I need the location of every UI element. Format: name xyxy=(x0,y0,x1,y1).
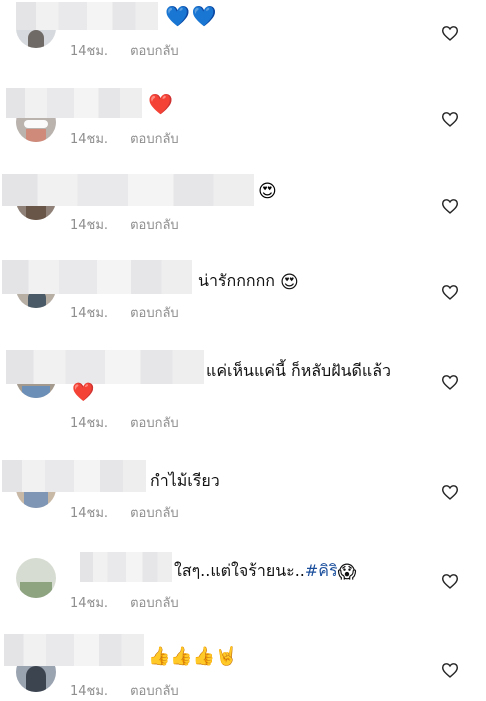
screaming-face-emoji: 😱 xyxy=(337,562,357,583)
comment-meta: 14ชม. ตอบกลับ xyxy=(70,592,179,613)
comment-text-content: น่ารักกกกก xyxy=(198,271,275,290)
comment-text: กำไม้เรียว xyxy=(150,470,220,492)
comment-text-content: กำไม้เรียว xyxy=(150,471,220,490)
comment-meta: 14ชม. ตอบกลับ xyxy=(70,302,179,323)
blurred-username[interactable] xyxy=(2,260,192,294)
heart-outline-icon[interactable] xyxy=(441,374,459,390)
red-heart-emoji: ❤️ xyxy=(72,382,95,403)
heart-outline-icon[interactable] xyxy=(441,198,459,214)
comment-time: 14ชม. xyxy=(70,132,109,147)
comment-meta: 14ชม. ตอบกลับ xyxy=(70,40,179,61)
reply-link[interactable]: ตอบกลับ xyxy=(130,132,179,147)
reply-link[interactable]: ตอบกลับ xyxy=(130,218,179,233)
reply-link[interactable]: ตอบกลับ xyxy=(130,416,179,431)
comment-time: 14ชม. xyxy=(70,416,109,431)
reply-link[interactable]: ตอบกลับ xyxy=(130,306,179,321)
comment-text: ใสๆ..แต่ใจร้ายนะ..#คิริ😱 xyxy=(174,560,356,582)
comment-text: แค่เห็นแค่นี้ ก็หลับฝันดีแล้ว xyxy=(206,360,391,382)
blurred-username[interactable] xyxy=(4,634,144,666)
blue-hearts-emoji: 💙💙 xyxy=(165,4,219,28)
comment-time: 14ชม. xyxy=(70,506,109,521)
comment-time: 14ชม. xyxy=(70,218,109,233)
blurred-username[interactable] xyxy=(2,174,254,206)
reply-link[interactable]: ตอบกลับ xyxy=(130,596,179,611)
comment-time: 14ชม. xyxy=(70,44,109,59)
heart-outline-icon[interactable] xyxy=(441,484,459,500)
heart-outline-icon[interactable] xyxy=(441,111,459,127)
comment-time: 14ชม. xyxy=(70,684,109,699)
heart-outline-icon[interactable] xyxy=(441,573,459,589)
hashtag-link[interactable]: #คิริ xyxy=(305,561,338,580)
blurred-username[interactable] xyxy=(80,552,172,582)
reply-link[interactable]: ตอบกลับ xyxy=(130,684,179,699)
blurred-username[interactable] xyxy=(16,2,158,30)
thumbs-up-emoji: 👍👍👍🤘 xyxy=(148,646,238,667)
red-heart-emoji: ❤️ xyxy=(148,92,173,116)
comment-text-content: ใสๆ..แต่ใจร้ายนะ.. xyxy=(174,561,305,580)
blurred-username[interactable] xyxy=(6,350,204,384)
comment-meta: 14ชม. ตอบกลับ xyxy=(70,680,179,701)
comment-meta: 14ชม. ตอบกลับ xyxy=(70,412,179,433)
heart-eyes-emoji: 😍 xyxy=(280,272,299,293)
comment-meta: 14ชม. ตอบกลับ xyxy=(70,502,179,523)
comment-meta: 14ชม. ตอบกลับ xyxy=(70,214,179,235)
heart-outline-icon[interactable] xyxy=(441,662,459,678)
reply-link[interactable]: ตอบกลับ xyxy=(130,506,179,521)
blurred-username[interactable] xyxy=(2,460,146,492)
comment-time: 14ชม. xyxy=(70,596,109,611)
reply-link[interactable]: ตอบกลับ xyxy=(130,44,179,59)
comment-text: น่ารักกกกก 😍 xyxy=(198,270,299,292)
heart-outline-icon[interactable] xyxy=(441,284,459,300)
comment-time: 14ชม. xyxy=(70,306,109,321)
comment-meta: 14ชม. ตอบกลับ xyxy=(70,128,179,149)
avatar[interactable] xyxy=(16,558,56,598)
comment-text-content: แค่เห็นแค่นี้ ก็หลับฝันดีแล้ว xyxy=(206,361,392,380)
heart-eyes-emoji: 😍 xyxy=(258,181,277,202)
heart-outline-icon[interactable] xyxy=(441,25,459,41)
blurred-username[interactable] xyxy=(6,88,142,118)
